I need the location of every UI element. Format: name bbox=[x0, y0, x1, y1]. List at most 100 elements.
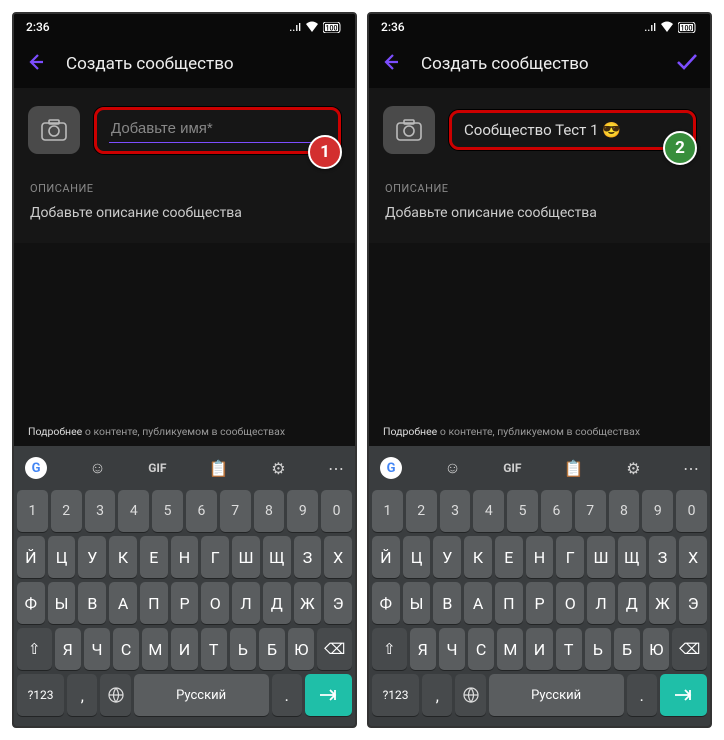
add-photo-button[interactable] bbox=[28, 106, 80, 154]
backspace-key[interactable]: ⌫ bbox=[672, 628, 707, 670]
key-В[interactable]: В bbox=[433, 582, 461, 624]
key-Ь[interactable]: Ь bbox=[230, 628, 256, 670]
key-У[interactable]: У bbox=[433, 536, 461, 578]
back-button[interactable] bbox=[26, 52, 46, 76]
sticker-icon[interactable]: ☺ bbox=[444, 458, 460, 478]
key-9[interactable]: 9 bbox=[642, 490, 673, 532]
key-Л[interactable]: Л bbox=[587, 582, 615, 624]
key-Ь[interactable]: Ь bbox=[585, 628, 611, 670]
key-А[interactable]: А bbox=[109, 582, 137, 624]
key-Ц[interactable]: Ц bbox=[403, 536, 431, 578]
key-5[interactable]: 5 bbox=[507, 490, 538, 532]
key-1[interactable]: 1 bbox=[372, 490, 403, 532]
key-7[interactable]: 7 bbox=[575, 490, 606, 532]
key-Л[interactable]: Л bbox=[232, 582, 260, 624]
space-key[interactable]: Русский bbox=[489, 674, 624, 716]
key-6[interactable]: 6 bbox=[186, 490, 217, 532]
key-Ю[interactable]: Ю bbox=[288, 628, 314, 670]
key-Т[interactable]: Т bbox=[556, 628, 582, 670]
key-Щ[interactable]: Щ bbox=[263, 536, 291, 578]
policy-link[interactable]: Подробнее о контенте, публикуемом в сооб… bbox=[383, 425, 696, 438]
key-И[interactable]: И bbox=[526, 628, 552, 670]
key-Ч[interactable]: Ч bbox=[439, 628, 465, 670]
key-Й[interactable]: Й bbox=[372, 536, 400, 578]
gif-button[interactable]: GIF bbox=[503, 461, 521, 475]
key-Б[interactable]: Б bbox=[614, 628, 640, 670]
key-И[interactable]: И bbox=[171, 628, 197, 670]
key-Ы[interactable]: Ы bbox=[403, 582, 431, 624]
key-Д[interactable]: Д bbox=[618, 582, 646, 624]
clipboard-icon[interactable]: 📋 bbox=[209, 459, 229, 478]
symbols-key[interactable]: ?123 bbox=[17, 674, 64, 716]
period-key[interactable]: . bbox=[272, 674, 302, 716]
key-М[interactable]: М bbox=[142, 628, 168, 670]
key-8[interactable]: 8 bbox=[609, 490, 640, 532]
description-input[interactable]: Добавьте описание сообщества bbox=[369, 201, 710, 243]
key-Ж[interactable]: Ж bbox=[649, 582, 677, 624]
key-4[interactable]: 4 bbox=[118, 490, 149, 532]
key-Г[interactable]: Г bbox=[556, 536, 584, 578]
key-З[interactable]: З bbox=[294, 536, 322, 578]
policy-link[interactable]: Подробнее о контенте, публикуемом в сооб… bbox=[28, 425, 341, 438]
key-П[interactable]: П bbox=[140, 582, 168, 624]
key-Н[interactable]: Н bbox=[526, 536, 554, 578]
google-icon[interactable]: G bbox=[380, 457, 402, 479]
key-Е[interactable]: Е bbox=[495, 536, 523, 578]
settings-icon[interactable]: ⚙ bbox=[271, 459, 285, 478]
key-Б[interactable]: Б bbox=[259, 628, 285, 670]
add-photo-button[interactable] bbox=[383, 106, 435, 154]
community-name-input[interactable] bbox=[109, 119, 330, 138]
key-Я[interactable]: Я bbox=[410, 628, 436, 670]
globe-key[interactable] bbox=[100, 674, 130, 716]
key-1[interactable]: 1 bbox=[17, 490, 48, 532]
period-key[interactable]: . bbox=[627, 674, 657, 716]
comma-key[interactable]: , bbox=[422, 674, 452, 716]
symbols-key[interactable]: ?123 bbox=[372, 674, 419, 716]
key-О[interactable]: О bbox=[201, 582, 229, 624]
key-2[interactable]: 2 bbox=[51, 490, 82, 532]
backspace-key[interactable]: ⌫ bbox=[317, 628, 352, 670]
key-Н[interactable]: Н bbox=[171, 536, 199, 578]
key-Ф[interactable]: Ф bbox=[17, 582, 45, 624]
community-name-input[interactable]: Сообщество Тест 1 😎 bbox=[464, 121, 681, 139]
key-3[interactable]: 3 bbox=[85, 490, 116, 532]
key-С[interactable]: С bbox=[113, 628, 139, 670]
key-Р[interactable]: Р bbox=[171, 582, 199, 624]
key-Й[interactable]: Й bbox=[17, 536, 45, 578]
key-В[interactable]: В bbox=[78, 582, 106, 624]
key-Ж[interactable]: Ж bbox=[294, 582, 322, 624]
globe-key[interactable] bbox=[455, 674, 485, 716]
key-Я[interactable]: Я bbox=[55, 628, 81, 670]
key-Т[interactable]: Т bbox=[201, 628, 227, 670]
key-3[interactable]: 3 bbox=[440, 490, 471, 532]
key-Ш[interactable]: Ш bbox=[232, 536, 260, 578]
shift-key[interactable]: ⇧ bbox=[17, 628, 52, 670]
enter-key[interactable] bbox=[305, 674, 352, 716]
key-7[interactable]: 7 bbox=[220, 490, 251, 532]
key-О[interactable]: О bbox=[556, 582, 584, 624]
shift-key[interactable]: ⇧ bbox=[372, 628, 407, 670]
key-Ц[interactable]: Ц bbox=[48, 536, 76, 578]
key-У[interactable]: У bbox=[78, 536, 106, 578]
key-4[interactable]: 4 bbox=[473, 490, 504, 532]
key-0[interactable]: 0 bbox=[321, 490, 352, 532]
space-key[interactable]: Русский bbox=[134, 674, 269, 716]
key-С[interactable]: С bbox=[468, 628, 494, 670]
key-А[interactable]: А bbox=[464, 582, 492, 624]
comma-key[interactable]: , bbox=[67, 674, 97, 716]
key-0[interactable]: 0 bbox=[676, 490, 707, 532]
key-9[interactable]: 9 bbox=[287, 490, 318, 532]
settings-icon[interactable]: ⚙ bbox=[626, 459, 640, 478]
key-Е[interactable]: Е bbox=[140, 536, 168, 578]
key-5[interactable]: 5 bbox=[152, 490, 183, 532]
key-Ы[interactable]: Ы bbox=[48, 582, 76, 624]
key-Ю[interactable]: Ю bbox=[643, 628, 669, 670]
key-П[interactable]: П bbox=[495, 582, 523, 624]
enter-key[interactable] bbox=[660, 674, 707, 716]
key-Г[interactable]: Г bbox=[201, 536, 229, 578]
key-З[interactable]: З bbox=[649, 536, 677, 578]
key-Х[interactable]: Х bbox=[324, 536, 352, 578]
key-Ш[interactable]: Ш bbox=[587, 536, 615, 578]
more-icon[interactable]: ⋯ bbox=[328, 459, 344, 478]
key-6[interactable]: 6 bbox=[541, 490, 572, 532]
